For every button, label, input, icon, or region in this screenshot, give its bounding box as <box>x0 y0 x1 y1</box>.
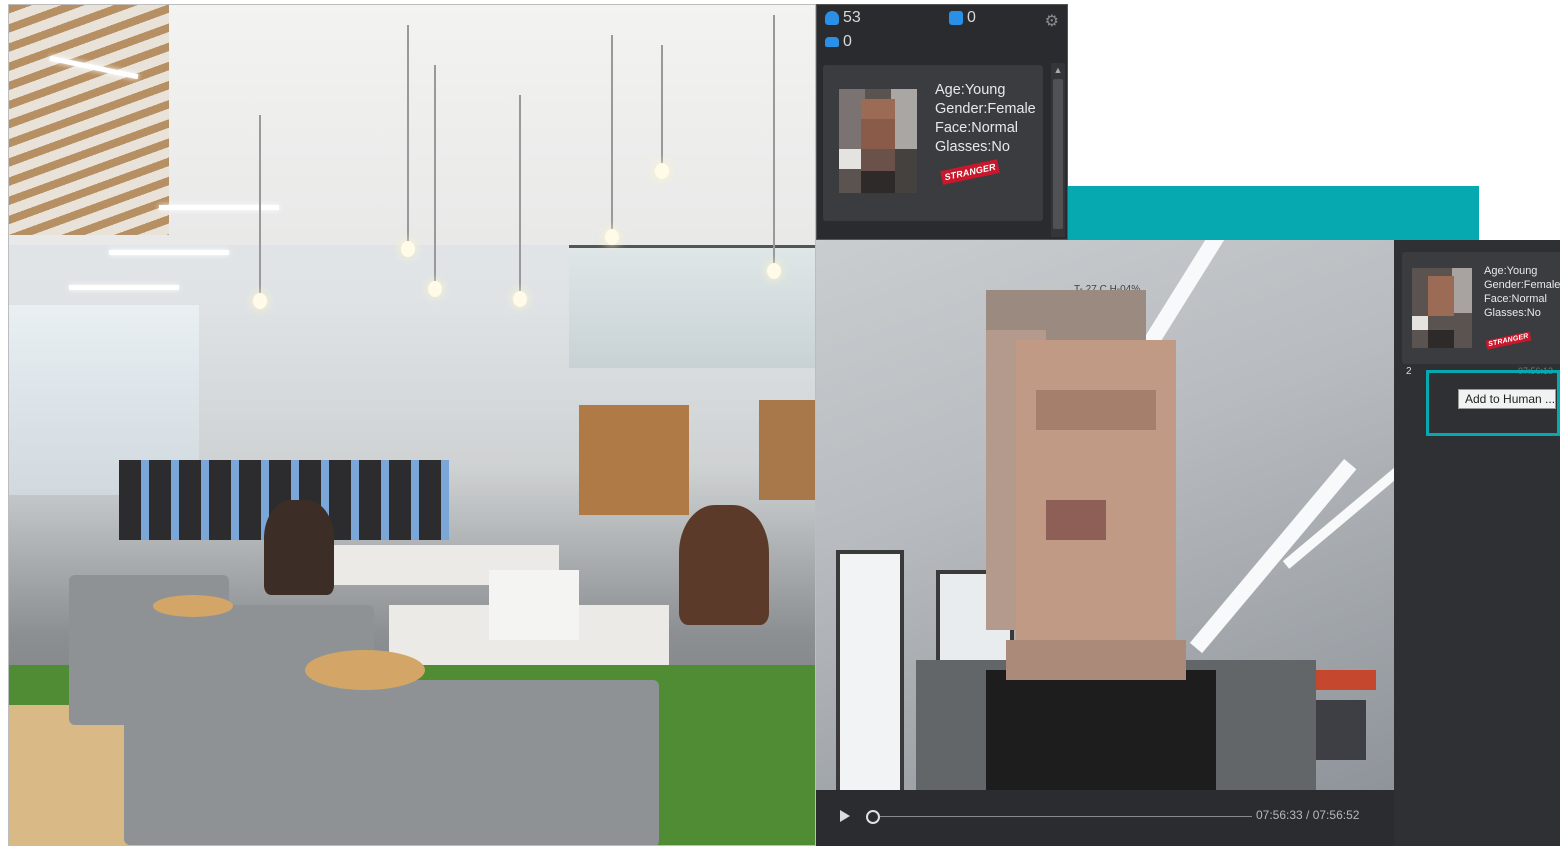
gender-label: Gender:Female <box>1484 279 1560 291</box>
pendant-lamp <box>767 15 781 279</box>
playback-panel: T- 27 C H-04% 07:56:33 / 07:56:52 Age:Yo… <box>816 240 1560 846</box>
face-card[interactable]: Age:Young Gender:Female Face:Normal Glas… <box>823 65 1043 221</box>
gear-icon[interactable]: ⚙ <box>1045 11 1059 31</box>
vehicle-stat: 0 <box>825 33 852 51</box>
play-icon[interactable] <box>840 810 850 822</box>
progress-knob[interactable] <box>866 810 880 824</box>
side-panel: Age:Young Gender:Female Face:Normal Glas… <box>1394 240 1560 846</box>
car-icon <box>825 37 839 47</box>
pendant-lamp <box>513 95 527 307</box>
ceiling-light <box>109 250 229 255</box>
person <box>264 500 334 595</box>
person-count: 53 <box>843 9 861 26</box>
scroll-thumb[interactable] <box>1053 79 1063 229</box>
video-frame: T- 27 C H-04% <box>816 240 1394 790</box>
pair-count: 0 <box>967 9 976 26</box>
card-index: 2 <box>1406 366 1412 377</box>
accent-banner <box>1068 186 1479 240</box>
face-detection-panel: 53 0 0 ⚙ Age:Young Gender:Female Face:No… <box>816 4 1068 240</box>
age-label: Age:Young <box>1484 265 1538 277</box>
face-thumbnail <box>839 89 917 193</box>
ceiling-light <box>1189 459 1357 654</box>
stranger-badge: STRANGER <box>1485 331 1532 350</box>
wood-wall <box>579 405 689 515</box>
face-label: Face:Normal <box>935 120 1018 136</box>
playback-time: 07:56:33 / 07:56:52 <box>1256 808 1360 822</box>
face-thumbnail <box>1412 268 1472 348</box>
vehicle-count: 0 <box>843 33 852 50</box>
face-label: Face:Normal <box>1484 293 1547 305</box>
ceiling-light <box>159 205 279 210</box>
scrollbar[interactable]: ▲ <box>1051 63 1065 237</box>
wood-slat-ceiling <box>9 5 169 235</box>
people-pair-icon <box>949 11 963 25</box>
round-table <box>153 595 233 617</box>
age-label: Age:Young <box>935 82 1006 98</box>
face-attributes: Age:Young Gender:Female Face:Normal Glas… <box>1484 264 1560 320</box>
pin-board <box>759 400 815 500</box>
round-table <box>305 650 425 690</box>
pendant-lamp <box>253 115 267 309</box>
pendant-lamp <box>428 65 442 297</box>
pendant-lamp <box>401 25 415 257</box>
pendant-lamp <box>605 35 619 245</box>
gender-label: Gender:Female <box>935 101 1036 117</box>
ceiling-light <box>69 285 179 290</box>
office-photo <box>8 4 816 846</box>
progress-track[interactable] <box>880 816 1252 817</box>
scroll-up-icon[interactable]: ▲ <box>1051 63 1065 77</box>
pair-stat: 0 <box>949 9 976 27</box>
person-stat: 53 <box>825 9 861 27</box>
face-attributes: Age:Young Gender:Female Face:Normal Glas… <box>935 81 1036 157</box>
glasses-label: Glasses:No <box>1484 307 1541 319</box>
highlight-box <box>1426 370 1560 436</box>
window-frame <box>836 550 904 790</box>
face-card[interactable]: Age:Young Gender:Female Face:Normal Glas… <box>1402 252 1560 364</box>
mezzanine-glass <box>569 245 815 368</box>
person-icon <box>825 11 839 25</box>
sofa <box>339 680 659 845</box>
sofa <box>124 605 374 845</box>
glasses-label: Glasses:No <box>935 139 1010 155</box>
playback-controls: 07:56:33 / 07:56:52 <box>816 790 1394 846</box>
printer <box>489 570 579 640</box>
person <box>679 505 769 625</box>
pendant-lamp <box>655 45 669 179</box>
stranger-badge: STRANGER <box>940 159 1000 185</box>
